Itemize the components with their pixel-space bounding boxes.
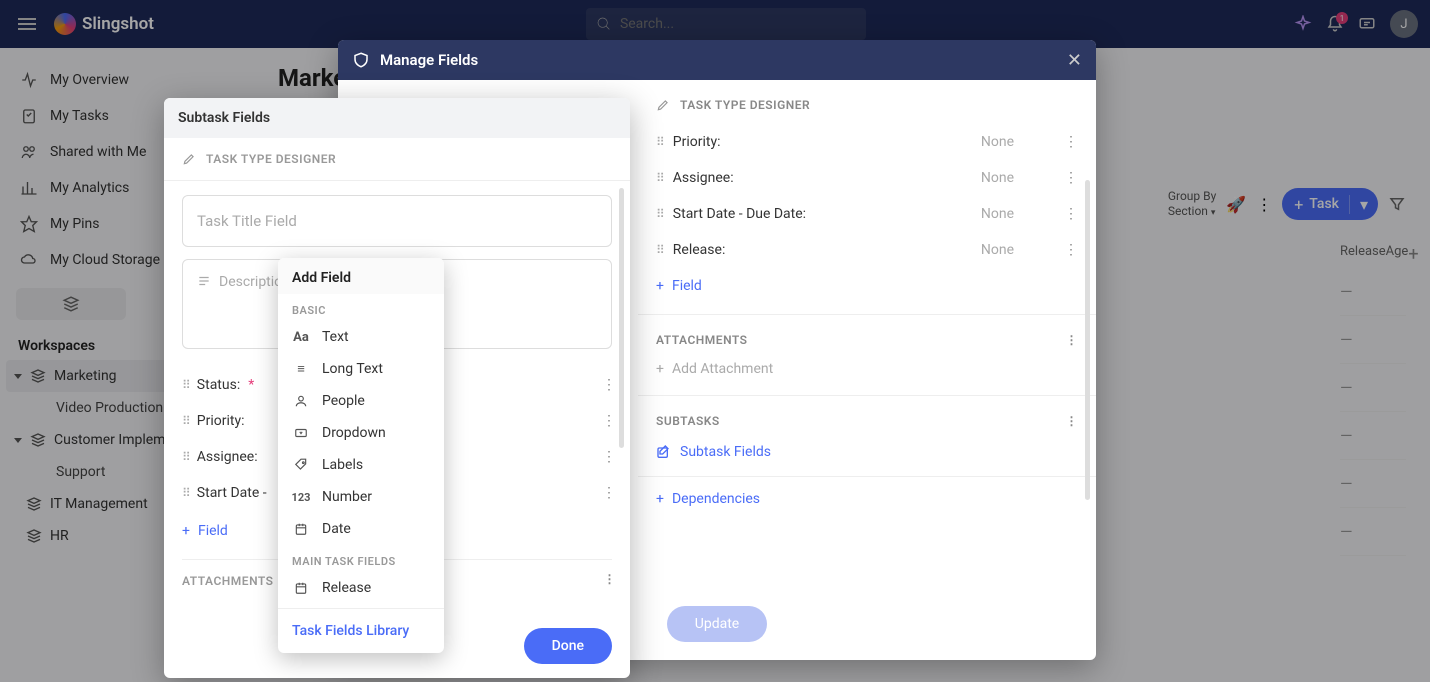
- shield-icon: [352, 51, 370, 69]
- grip-icon[interactable]: ⠿: [656, 135, 663, 149]
- pencil-icon: [656, 98, 670, 112]
- calendar-icon: [292, 581, 310, 595]
- field-type-text[interactable]: AaText: [278, 321, 444, 353]
- subtask-fields-link[interactable]: Subtask Fields: [638, 434, 1096, 470]
- field-menu-icon[interactable]: ⋮: [1064, 170, 1078, 186]
- grip-icon[interactable]: ⠿: [182, 486, 189, 500]
- field-menu-icon[interactable]: ⋮: [1064, 206, 1078, 222]
- field-menu-icon[interactable]: ⋮: [1064, 134, 1078, 150]
- task-title-field[interactable]: Task Title Field: [182, 195, 612, 247]
- field-menu-icon[interactable]: ⋮: [602, 377, 616, 393]
- popover-section-basic: BASIC: [278, 294, 444, 321]
- field-type-longtext[interactable]: ≡Long Text: [278, 353, 444, 385]
- scrollbar[interactable]: [619, 188, 624, 448]
- tag-icon: [292, 458, 310, 472]
- plus-icon: +: [656, 491, 664, 507]
- add-attachment[interactable]: +Add Attachment: [638, 353, 1096, 385]
- attachments-label: ATTACHMENTS: [182, 574, 274, 588]
- grip-icon[interactable]: ⠿: [182, 450, 189, 464]
- field-assignee[interactable]: ⠿Assignee:None⋮: [638, 160, 1096, 196]
- scrollbar[interactable]: [1085, 180, 1090, 500]
- plus-icon: +: [656, 361, 664, 377]
- popover-section-main: MAIN TASK FIELDS: [278, 545, 444, 572]
- section-menu-icon[interactable]: ⋮: [1066, 333, 1079, 347]
- number-icon: 123: [292, 491, 310, 504]
- section-menu-icon[interactable]: ⋮: [1066, 414, 1079, 428]
- field-priority[interactable]: ⠿Priority:None⋮: [638, 124, 1096, 160]
- edit-icon: [656, 444, 672, 460]
- subtasks-label: SUBTASKS: [656, 414, 720, 428]
- task-fields-library-link[interactable]: Task Fields Library: [278, 613, 444, 649]
- add-field-link[interactable]: +Field: [638, 268, 1096, 304]
- lines-icon: ≡: [292, 361, 310, 377]
- grip-icon[interactable]: ⠿: [182, 414, 189, 428]
- popover-title: Add Field: [278, 258, 444, 294]
- field-type-release[interactable]: Release: [278, 572, 444, 604]
- close-icon[interactable]: ✕: [1067, 50, 1082, 71]
- attachments-label: ATTACHMENTS: [656, 333, 748, 347]
- field-type-dropdown[interactable]: Dropdown: [278, 417, 444, 449]
- grip-icon[interactable]: ⠿: [182, 378, 189, 392]
- subtask-modal-title: Subtask Fields: [164, 98, 630, 138]
- plus-icon: +: [656, 278, 664, 294]
- update-button[interactable]: Update: [667, 606, 767, 642]
- person-icon: [292, 394, 310, 408]
- field-menu-icon[interactable]: ⋮: [602, 485, 616, 501]
- designer-label: TASK TYPE DESIGNER: [680, 98, 810, 112]
- field-type-people[interactable]: People: [278, 385, 444, 417]
- field-release[interactable]: ⠿Release:None⋮: [638, 232, 1096, 268]
- field-menu-icon[interactable]: ⋮: [1064, 242, 1078, 258]
- modal-title: Manage Fields: [380, 51, 478, 69]
- plus-icon: +: [182, 523, 190, 539]
- field-type-date[interactable]: Date: [278, 513, 444, 545]
- grip-icon[interactable]: ⠿: [656, 243, 663, 257]
- done-button[interactable]: Done: [524, 628, 612, 664]
- grip-icon[interactable]: ⠿: [656, 207, 663, 221]
- field-menu-icon[interactable]: ⋮: [602, 413, 616, 429]
- field-type-number[interactable]: 123Number: [278, 481, 444, 513]
- field-dates[interactable]: ⠿Start Date - Due Date:None⋮: [638, 196, 1096, 232]
- section-menu-icon[interactable]: ⋮: [604, 572, 617, 586]
- add-field-popover: Add Field BASIC AaText ≡Long Text People…: [278, 258, 444, 653]
- lines-icon: [197, 274, 211, 288]
- text-icon: Aa: [292, 330, 310, 345]
- calendar-icon: [292, 522, 310, 536]
- field-menu-icon[interactable]: ⋮: [602, 449, 616, 465]
- pencil-icon: [182, 152, 196, 166]
- dependencies-link[interactable]: +Dependencies: [638, 476, 1096, 521]
- grip-icon[interactable]: ⠿: [656, 171, 663, 185]
- dropdown-icon: [292, 426, 310, 440]
- designer-label: TASK TYPE DESIGNER: [206, 152, 336, 166]
- field-type-labels[interactable]: Labels: [278, 449, 444, 481]
